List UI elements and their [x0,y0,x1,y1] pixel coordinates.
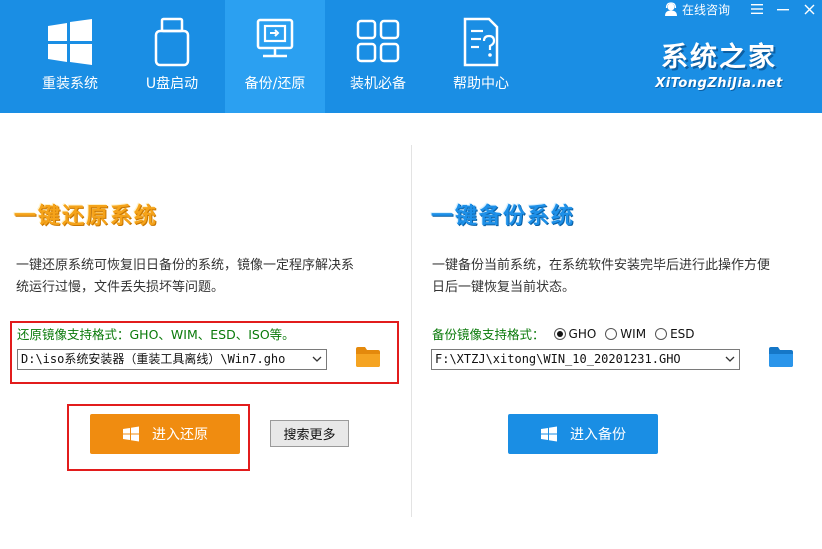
brand-logo: 系统之家 XiTongZhiJia.net [646,42,792,91]
apps-grid-icon [356,19,400,63]
backup-image-path-select[interactable]: F:\XTZJ\xitong\WIN_10_20201231.GHO [431,349,740,370]
radio-checked-icon [553,327,566,340]
enter-backup-button[interactable]: 进入备份 [508,414,658,454]
nav-item-essentials[interactable]: 装机必备 [328,0,428,113]
format-label-esd: ESD [670,326,695,341]
backup-description: 一键备份当前系统，在系统软件安装完毕后进行此操作方便日后一键恢复当前状态。 [432,258,771,295]
format-radio-esd[interactable]: ESD [655,326,695,341]
nav-label-help: 帮助中心 [453,76,509,92]
close-icon [804,4,814,14]
online-consult-link[interactable]: 在线咨询 [664,1,730,18]
minimize-icon [777,9,789,11]
backup-support-label: 备份镜像支持格式： [432,327,545,342]
restore-description: 一键还原系统可恢复旧日备份的系统，镜像一定程序解决系统运行过慢，文件丢失损坏等问… [16,258,355,295]
menu-button[interactable] [744,0,770,18]
format-label-gho: GHO [568,326,597,341]
restore-title: 一键还原系统 [14,204,159,229]
usb-drive-icon [154,17,190,67]
backup-restore-icon [256,18,294,58]
backup-title: 一键备份系统 [431,204,576,229]
customer-service-icon [664,2,677,16]
nav-item-reinstall[interactable]: 重装系统 [20,0,120,113]
app-header: 重装系统 U盘启动 备份/还原 装机必备 帮助中心 在线咨询 系统之家 XiTo… [0,0,822,113]
menu-icon [751,4,763,14]
window-controls: 在线咨询 [664,0,822,18]
windows-logo-icon [48,19,92,65]
nav-label-essentials: 装机必备 [350,76,406,92]
nav-item-backup-restore[interactable]: 备份/还原 [225,0,325,113]
search-more-button[interactable]: 搜索更多 [270,420,349,447]
panel-divider [411,145,412,517]
nav-label-backup-restore: 备份/还原 [244,76,306,92]
nav-label-reinstall: 重装系统 [42,76,98,92]
close-button[interactable] [796,0,822,18]
brand-name-cn: 系统之家 [661,42,777,73]
format-radio-wim[interactable]: WIM [605,327,646,341]
backup-support-formats: 备份镜像支持格式： GHO WIM ESD [432,324,695,343]
brand-name-en: XiTongZhiJia.net [655,76,783,91]
highlight-box-restore-button [67,404,250,471]
highlight-box-restore-path [10,321,399,384]
radio-unchecked-icon [605,327,618,340]
online-consult-label: 在线咨询 [681,2,730,17]
nav-label-usb-boot: U盘启动 [145,76,199,92]
enter-backup-label: 进入备份 [570,427,626,443]
minimize-button[interactable] [770,0,796,18]
nav-item-usb-boot[interactable]: U盘启动 [122,0,222,113]
radio-unchecked-icon [655,327,668,340]
nav-item-help[interactable]: 帮助中心 [431,0,531,113]
help-document-icon [463,17,499,67]
chevron-down-icon [725,356,735,362]
format-label-wim: WIM [620,326,647,341]
format-radio-gho[interactable]: GHO [553,326,597,341]
windows-logo-icon [541,426,557,442]
folder-icon[interactable] [768,346,794,368]
backup-image-path-value: F:\XTZJ\xitong\WIN_10_20201231.GHO [435,352,681,366]
